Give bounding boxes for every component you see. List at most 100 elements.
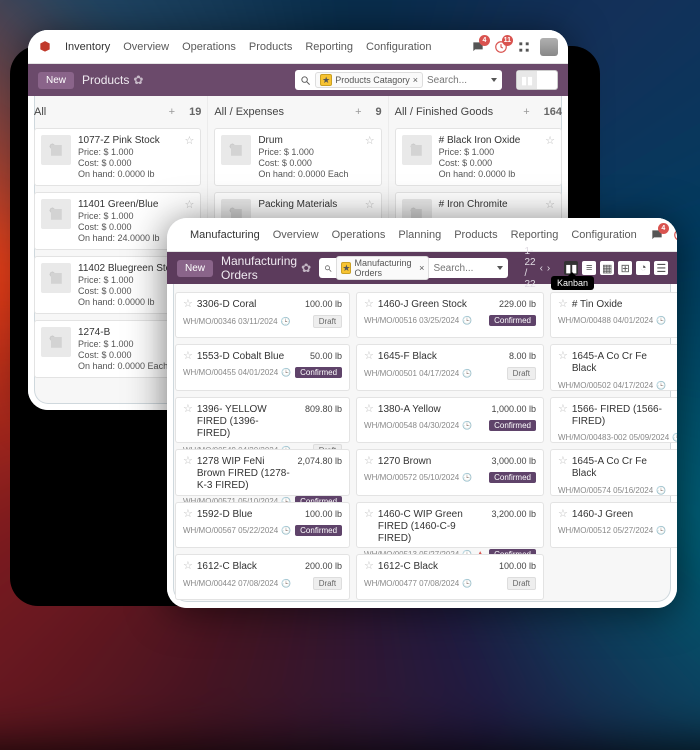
menu-configuration[interactable]: Configuration bbox=[571, 229, 636, 241]
filter-chip[interactable]: ★ Manufacturing Orders × bbox=[336, 256, 429, 280]
gear-icon[interactable]: ✿ bbox=[301, 261, 311, 275]
star-icon[interactable]: ☆ bbox=[545, 134, 555, 147]
chip-x-icon[interactable]: × bbox=[419, 263, 424, 273]
gear-icon[interactable]: ✿ bbox=[133, 73, 143, 87]
star-icon[interactable]: ☆ bbox=[558, 509, 568, 520]
prev-page-button[interactable]: ‹ bbox=[540, 263, 543, 274]
mo-card[interactable]: ☆1645-A Co Cr Fe Black 15.00 lb WH/MO/00… bbox=[550, 344, 677, 391]
product-card[interactable]: # Black Iron Oxide Price: $ 1.000 Cost: … bbox=[395, 128, 562, 186]
mo-name: 1612-C Black bbox=[378, 561, 438, 573]
chevron-down-icon[interactable] bbox=[491, 78, 497, 82]
star-icon[interactable]: ☆ bbox=[364, 351, 374, 362]
product-card[interactable]: 1077-Z Pink Stock Price: $ 1.000 Cost: $… bbox=[34, 128, 201, 186]
star-icon[interactable]: ☆ bbox=[364, 509, 374, 520]
search-box[interactable]: ★ Manufacturing Orders × bbox=[319, 258, 508, 278]
column-title[interactable]: All bbox=[34, 106, 46, 118]
mo-card[interactable]: ☆1278 WIP FeNi Brown FIRED (1278- K-3 FI… bbox=[175, 449, 350, 496]
search-input[interactable] bbox=[433, 263, 493, 274]
pivot-view-button[interactable]: ⊞ bbox=[618, 261, 632, 275]
menu-configuration[interactable]: Configuration bbox=[366, 41, 431, 53]
mo-quantity: 3,000.00 lb bbox=[491, 456, 536, 466]
star-icon[interactable]: ☆ bbox=[364, 561, 374, 572]
list-view-button[interactable]: ≡ bbox=[537, 71, 557, 89]
breadcrumb: Products ✿ bbox=[82, 73, 143, 87]
star-icon[interactable]: ☆ bbox=[558, 404, 568, 415]
mo-card[interactable]: ☆1460-C WIP Green FIRED (1460-C-9 FIRED)… bbox=[356, 502, 544, 549]
mo-card[interactable]: ☆1380-A Yellow 1,000.00 lb WH/MO/00548 0… bbox=[356, 397, 544, 444]
search-box[interactable]: ★ Products Catagory × bbox=[295, 70, 502, 90]
star-icon[interactable]: ☆ bbox=[183, 351, 193, 362]
star-icon[interactable]: ☆ bbox=[183, 509, 193, 520]
apps-icon[interactable] bbox=[517, 40, 531, 54]
menu-operations[interactable]: Operations bbox=[182, 41, 236, 53]
star-icon[interactable]: ☆ bbox=[184, 198, 194, 211]
mo-card[interactable]: ☆# Tin Oxide 100.00 lb WH/MO/00488 04/01… bbox=[550, 292, 677, 338]
mo-card[interactable]: ☆1553-D Cobalt Blue 50.00 lb WH/MO/00455… bbox=[175, 344, 350, 391]
chip-x-icon[interactable]: × bbox=[413, 75, 418, 85]
mo-card[interactable]: ☆1612-C Black 200.00 lb WH/MO/00442 07/0… bbox=[175, 554, 350, 600]
add-card-button[interactable]: + bbox=[355, 106, 361, 118]
star-icon[interactable]: ☆ bbox=[365, 134, 375, 147]
menu-reporting[interactable]: Reporting bbox=[511, 229, 559, 241]
chevron-down-icon[interactable] bbox=[497, 266, 503, 270]
star-icon[interactable]: ☆ bbox=[558, 351, 568, 362]
star-icon[interactable]: ☆ bbox=[183, 456, 193, 467]
product-cost: Cost: $ 0.000 bbox=[78, 222, 160, 232]
search-input[interactable] bbox=[427, 75, 487, 86]
kanban-view-button[interactable]: ▮▮ bbox=[517, 71, 537, 89]
column-count: 19 bbox=[189, 106, 201, 118]
mo-card[interactable]: ☆1612-C Black 100.00 lb WH/MO/00477 07/0… bbox=[356, 554, 544, 600]
new-button[interactable]: New bbox=[177, 260, 213, 277]
star-icon[interactable]: ☆ bbox=[558, 299, 568, 310]
mo-card[interactable]: ☆1592-D Blue 100.00 lb WH/MO/00567 05/22… bbox=[175, 502, 350, 549]
mo-card[interactable]: ☆1460-J Green 4,000.00 lb WH/MO/00512 05… bbox=[550, 502, 677, 549]
mo-quantity: 3,200.00 lb bbox=[491, 509, 536, 519]
menu-planning[interactable]: Planning bbox=[398, 229, 441, 241]
mo-card[interactable]: ☆1270 Brown 3,000.00 lb WH/MO/00572 05/1… bbox=[356, 449, 544, 496]
mo-card[interactable]: ☆1460-J Green Stock 229.00 lb WH/MO/0051… bbox=[356, 292, 544, 338]
activity-view-button[interactable]: ☰ bbox=[654, 261, 668, 275]
product-card[interactable]: Drum Price: $ 1.000 Cost: $ 0.000 On han… bbox=[214, 128, 381, 186]
star-icon[interactable]: ☆ bbox=[184, 134, 194, 147]
menu-reporting[interactable]: Reporting bbox=[305, 41, 353, 53]
star-icon[interactable]: ☆ bbox=[558, 456, 568, 467]
product-onhand: On hand: 0.0000 lb bbox=[78, 169, 160, 179]
chat-icon[interactable]: 4 bbox=[471, 40, 485, 54]
menu-products[interactable]: Products bbox=[249, 41, 292, 53]
column-title[interactable]: All / Expenses bbox=[214, 106, 284, 118]
mo-card[interactable]: ☆3306-D Coral 100.00 lb WH/MO/00346 03/1… bbox=[175, 292, 350, 338]
mo-name: 1460-J Green bbox=[572, 509, 633, 521]
graph-view-button[interactable]: ◔ bbox=[636, 261, 650, 275]
menu-operations[interactable]: Operations bbox=[332, 229, 386, 241]
status-badge: Draft bbox=[507, 577, 536, 590]
mo-card[interactable]: ☆1396- YELLOW FIRED (1396- FIRED) 809.80… bbox=[175, 397, 350, 444]
mo-card[interactable]: ☆1645-F Black 8.00 lb WH/MO/00501 04/17/… bbox=[356, 344, 544, 391]
menu-overview[interactable]: Overview bbox=[123, 41, 169, 53]
star-icon[interactable]: ☆ bbox=[183, 561, 193, 572]
add-card-button[interactable]: + bbox=[523, 106, 529, 118]
mo-card[interactable]: ☆1645-A Co Cr Fe Black 1,000.00 lb WH/MO… bbox=[550, 449, 677, 496]
menu-overview[interactable]: Overview bbox=[273, 229, 319, 241]
column-title[interactable]: All / Finished Goods bbox=[395, 106, 493, 118]
filter-chip[interactable]: ★ Products Catagory × bbox=[315, 72, 423, 88]
star-icon[interactable]: ☆ bbox=[183, 299, 193, 310]
new-button[interactable]: New bbox=[38, 72, 74, 89]
star-icon[interactable]: ☆ bbox=[364, 299, 374, 310]
star-icon[interactable]: ☆ bbox=[364, 456, 374, 467]
star-icon[interactable]: ☆ bbox=[364, 404, 374, 415]
user-avatar[interactable] bbox=[540, 38, 558, 56]
star-icon[interactable]: ☆ bbox=[545, 198, 555, 211]
activity-icon[interactable]: 11 bbox=[494, 40, 508, 54]
list-view-button[interactable]: ≡ bbox=[582, 261, 596, 275]
mo-card[interactable]: ☆1566- FIRED (1566- FIRED) 143.00 lb WH/… bbox=[550, 397, 677, 444]
add-card-button[interactable]: + bbox=[169, 106, 175, 118]
chat-icon[interactable]: 4 bbox=[650, 228, 664, 242]
star-icon[interactable]: ☆ bbox=[183, 404, 193, 415]
star-icon[interactable]: ☆ bbox=[365, 198, 375, 211]
next-page-button[interactable]: › bbox=[547, 263, 550, 274]
mo-reference: WH/MO/00488 04/01/2024 bbox=[558, 316, 653, 325]
activity-icon[interactable]: 8 bbox=[673, 228, 677, 242]
status-badge: Draft bbox=[507, 367, 536, 380]
calendar-view-button[interactable]: ▦ bbox=[600, 261, 614, 275]
menu-products[interactable]: Products bbox=[454, 229, 497, 241]
